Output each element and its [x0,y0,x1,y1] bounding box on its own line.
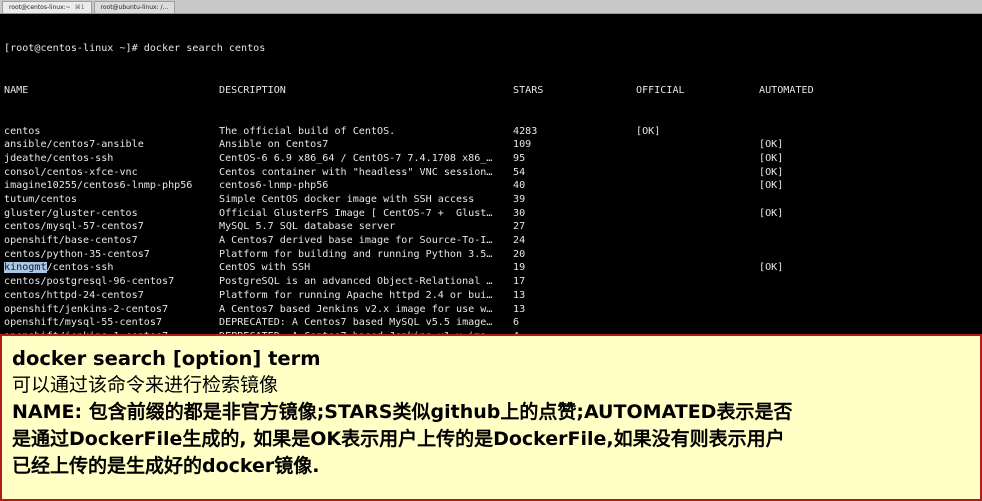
row-name: openshift/jenkins-2-centos7 [4,303,169,315]
command-prompt: [root@centos-linux ~]# docker search cen… [4,42,980,56]
row-description: The official build of CentOS. [219,125,396,137]
tab-ubuntu[interactable]: root@ubuntu-linux: /... [93,1,176,13]
row-name-rest: /centos-ssh [46,262,114,274]
row-automated: [OK] [759,152,784,164]
table-header: NAME DESCRIPTION STARS OFFICIAL AUTOMATE… [4,84,980,98]
row-stars: 6 [513,317,520,329]
row-description: Simple CentOS docker image with SSH acce… [219,194,475,206]
table-row: openshift/base-centos7 A Centos7 derived … [4,234,980,248]
tab-bar: root@centos-linux:~ ⌘1 root@ubuntu-linux… [0,0,982,14]
row-name: consol/centos-xfce-vnc [4,166,138,178]
row-name: tutum/centos [4,194,77,206]
row-stars: 54 [513,166,526,178]
table-row: centos/postgresql-96-centos7 PostgreSQL i… [4,275,980,289]
table-row: tutum/centos Simple CentOS docker image w… [4,193,980,207]
row-name: centos/python-35-centos7 [4,248,150,260]
row-stars: 13 [513,289,526,301]
row-stars: 17 [513,276,526,288]
row-description: Centos container with "headless" VNC ses… [219,166,493,178]
table-row: imagine10255/centos6-lnmp-php56 centos6-l… [4,179,980,193]
row-description: MySQL 5.7 SQL database server [219,221,396,233]
row-name: gluster/gluster-centos [4,207,138,219]
row-name: imagine10255/centos6-lnmp-php56 [4,180,193,192]
terminal-output[interactable]: [root@centos-linux ~]# docker search cen… [4,15,980,334]
row-stars: 24 [513,235,526,247]
row-name: kinogmt/centos-ssh [4,261,113,275]
header-automated: AUTOMATED [759,84,814,96]
row-stars: 4283 [513,125,538,137]
row-description: Official GlusterFS Image [ CentOS-7 + Gl… [219,207,493,219]
header-stars: STARS [513,84,544,96]
table-row: openshift/mysql-55-centos7 DEPRECATED: A … [4,316,980,330]
row-description: A Centos7 derived base image for Source-… [219,235,493,247]
row-automated: [OK] [759,207,784,219]
row-description: CentOS-6 6.9 x86_64 / CentOS-7 7.4.1708 … [219,152,493,164]
row-description: PostgreSQL is an advanced Object-Relatio… [219,276,493,288]
row-name: openshift/mysql-55-centos7 [4,317,163,329]
table-row: jdeathe/centos-ssh CentOS-6 6.9 x86_64 / … [4,152,980,166]
row-description: Ansible on Centos7 [219,139,329,151]
selected-text[interactable]: kinogmt [4,262,47,274]
row-name: centos/mysql-57-centos7 [4,221,144,233]
table-row: ansible/centos7-ansible Ansible on Centos… [4,138,980,152]
table-row: centos/python-35-centos7 Platform for bui… [4,248,980,262]
header-name: NAME [4,84,29,96]
caption-line-4: 已经上传的是生成好的docker镜像. [12,455,320,477]
row-stars: 95 [513,152,526,164]
row-name: ansible/centos7-ansible [4,139,144,151]
row-stars: 27 [513,221,526,233]
row-name: jdeathe/centos-ssh [4,152,114,164]
tab-label: root@centos-linux:~ [9,3,71,11]
row-stars: 109 [513,139,532,151]
row-automated: [OK] [759,262,784,274]
table-row: centos/httpd-24-centos7 Platform for runn… [4,289,980,303]
row-name: centos [4,125,41,137]
row-official: [OK] [636,125,661,137]
caption-line-1: 可以通过该命令来进行检索镜像 [12,374,279,396]
table-row: gluster/gluster-centos Official GlusterFS… [4,207,980,221]
terminal-window[interactable]: root@centos-linux:~ ⌘1 root@ubuntu-linux… [0,0,982,334]
table-row: openshift/jenkins-2-centos7 A Centos7 bas… [4,303,980,317]
row-name: centos/httpd-24-centos7 [4,289,144,301]
table-row: centos The official build of CentOS. 4283 [… [4,125,980,139]
row-stars: 30 [513,207,526,219]
row-description: CentOS with SSH [219,262,311,274]
row-description: Platform for building and running Python… [219,248,493,260]
row-description: Platform for running Apache httpd 2.4 or… [219,289,493,301]
row-description: DEPRECATED: A Centos7 based MySQL v5.5 i… [219,317,493,329]
row-description: A Centos7 based Jenkins v2.x image for u… [219,303,493,315]
row-automated: [OK] [759,180,784,192]
row-name: openshift/base-centos7 [4,235,138,247]
caption-line-3: 是通过DockerFile生成的, 如果是OK表示用户上传的是DockerFil… [12,428,785,450]
tab-label: root@ubuntu-linux: /... [100,3,169,11]
row-automated: [OK] [759,166,784,178]
tab-shortcut: ⌘1 [74,3,85,11]
row-stars: 40 [513,180,526,192]
header-description: DESCRIPTION [219,84,286,96]
row-stars: 39 [513,194,526,206]
table-row: consol/centos-xfce-vnc Centos container w… [4,166,980,180]
row-name: centos/postgresql-96-centos7 [4,276,175,288]
prompt-text: [root@centos-linux ~]# docker search cen… [4,43,266,55]
caption-line-2: NAME: 包含前缀的都是非官方镜像;STARS类似github上的点赞;AUT… [12,401,793,423]
row-stars: 19 [513,262,526,274]
table-row: kinogmt/centos-ssh CentOS with SSH 19 [OK] [4,261,980,275]
caption-box: docker search [option] term 可以通过该命令来进行检索… [0,334,982,501]
row-stars: 13 [513,303,526,315]
row-automated: [OK] [759,139,784,151]
table-row: centos/mysql-57-centos7 MySQL 5.7 SQL dat… [4,220,980,234]
row-stars: 20 [513,248,526,260]
header-official: OFFICIAL [636,84,685,96]
tab-centos[interactable]: root@centos-linux:~ ⌘1 [2,1,92,13]
caption-title: docker search [option] term [12,347,321,370]
row-description: centos6-lnmp-php56 [219,180,329,192]
